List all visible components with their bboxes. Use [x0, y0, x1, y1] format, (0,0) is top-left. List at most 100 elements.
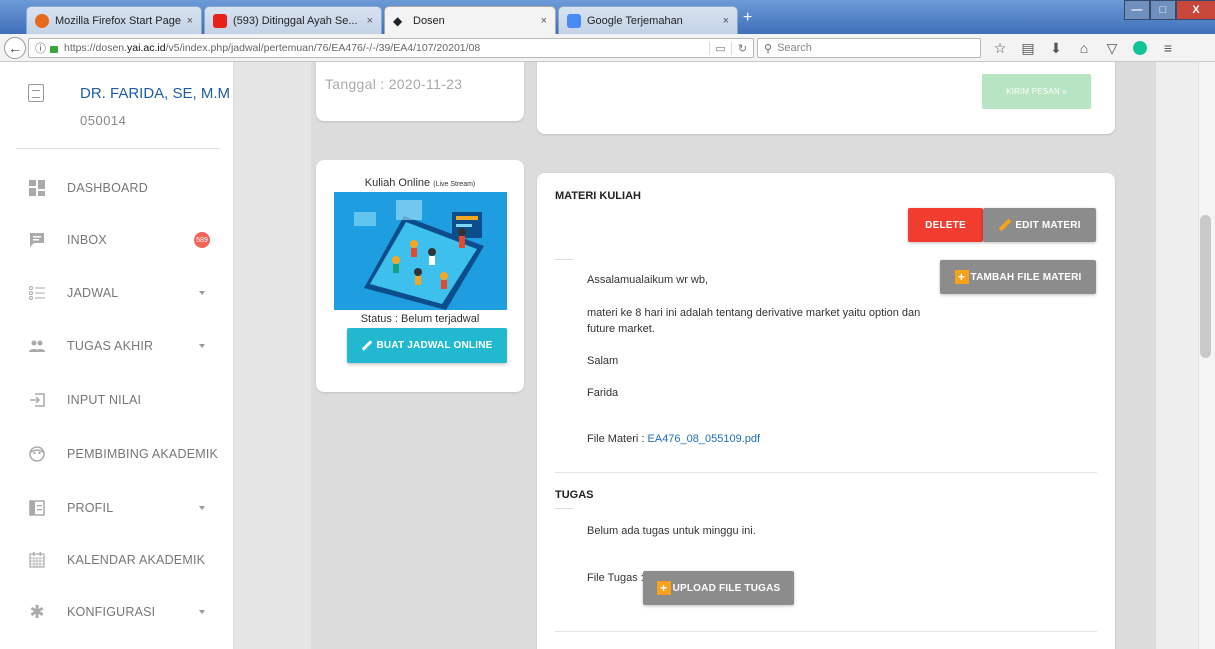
live-stream-status: Status : Belum terjadwal [360, 313, 480, 325]
reload-icon[interactable]: ↻ [731, 41, 753, 55]
sidebar: DR. FARIDA, SE, M.M 050014 DASHBOARD INB… [0, 62, 234, 649]
sidebar-item-label: PEMBIMBING AKADEMIK [67, 447, 219, 461]
edit-materi-button[interactable]: EDIT MATERI [983, 208, 1096, 242]
home-icon[interactable]: ⌂ [1072, 39, 1096, 57]
search-placeholder: Search [777, 42, 812, 54]
close-icon[interactable]: × [187, 15, 193, 27]
sidebar-item-tugas-akhir[interactable]: TUGAS AKHIR [0, 326, 234, 366]
divider [555, 631, 1097, 632]
sidebar-item-kalendar-akademik[interactable]: KALENDAR AKADEMIK [0, 540, 234, 580]
sidebar-item-label: INPUT NILAI [67, 393, 142, 407]
toolbar-icons: ☆ ▤ ⬇ ⌂ ▽ ≡ [988, 39, 1184, 57]
youtube-icon [213, 13, 227, 28]
sidebar-item-profil[interactable]: PROFIL [0, 488, 234, 528]
chevron-down-icon [199, 610, 205, 614]
user-id: 050014 [80, 113, 127, 128]
tambah-file-materi-button[interactable]: + TAMBAH FILE MATERI [940, 260, 1096, 294]
materi-paragraph: materi ke 8 hari ini adalah tentang deri… [587, 307, 921, 319]
translate-icon [567, 13, 581, 28]
browser-tab-bar: Mozilla Firefox Start Page × (593) Ditin… [0, 0, 1215, 34]
sidebar-item-input-nilai[interactable]: INPUT NILAI [0, 380, 234, 420]
materi-paragraph: Assalamualaikum wr wb, [587, 274, 709, 286]
new-tab-button[interactable]: + [743, 9, 752, 27]
calendar-icon [28, 551, 46, 569]
maximize-button[interactable]: □ [1150, 0, 1176, 20]
divider [555, 259, 573, 260]
users-icon [28, 337, 46, 355]
tab-label: Mozilla Firefox Start Page [55, 14, 181, 27]
login-icon [28, 391, 46, 409]
pencil-icon [998, 218, 1012, 232]
inbox-count-badge: 589 [194, 232, 210, 248]
star-icon[interactable]: ☆ [988, 39, 1012, 57]
sidebar-item-dashboard[interactable]: DASHBOARD [0, 168, 234, 208]
tab-youtube[interactable]: (593) Ditinggal Ayah Se... ◀) × [204, 6, 382, 34]
download-icon[interactable]: ⬇ [1044, 39, 1068, 57]
grammarly-icon[interactable] [1128, 39, 1152, 57]
sidebar-item-pembimbing-akademik[interactable]: PEMBIMBING AKADEMIK [0, 434, 234, 474]
delete-button[interactable]: DELETE [908, 208, 983, 242]
kirim-pesan-button[interactable]: KIRIM PESAN » [982, 74, 1091, 109]
face-icon [28, 445, 46, 463]
tab-label: (593) Ditinggal Ayah Se... ◀) [233, 15, 361, 27]
menu-icon[interactable]: ≡ [1156, 39, 1180, 57]
sidebar-item-label: KALENDAR AKADEMIK [67, 553, 206, 567]
tab-dosen[interactable]: ◆ Dosen × [384, 6, 556, 34]
sidebar-item-label: PROFIL [67, 501, 114, 515]
back-button[interactable]: ← [4, 37, 26, 59]
close-window-button[interactable]: X [1176, 0, 1215, 20]
tab-firefox-start[interactable]: Mozilla Firefox Start Page × [26, 6, 202, 34]
tanggal-text: Tanggal : 2020-11-23 [325, 76, 463, 92]
live-stream-card: Kuliah Online (Live Stream) Status : Bel… [316, 160, 524, 392]
tab-label: Google Terjemahan [587, 14, 683, 27]
sidebar-item-inbox[interactable]: INBOX 589 [0, 220, 234, 260]
sidebar-item-label: KONFIGURASI [67, 605, 156, 619]
minimize-button[interactable]: — [1124, 0, 1150, 20]
page: DR. FARIDA, SE, M.M 050014 DASHBOARD INB… [0, 62, 1215, 649]
tanggal-card: Tanggal : 2020-11-23 [316, 62, 524, 121]
user-name[interactable]: DR. FARIDA, SE, M.M [80, 85, 230, 102]
live-stream-title: Kuliah Online (Live Stream) [364, 177, 476, 189]
pocket-icon[interactable]: ▽ [1100, 39, 1124, 57]
arrow-left-icon: ← [8, 40, 22, 56]
divider [16, 148, 220, 149]
file-tugas-label: File Tugas : [587, 572, 644, 584]
search-input[interactable]: ⚲ Search [757, 38, 981, 58]
bookmarks-icon[interactable]: ▤ [1016, 39, 1040, 57]
tab-label: Dosen [413, 14, 445, 27]
close-icon[interactable]: × [541, 15, 547, 27]
scrollbar-thumb[interactable] [1200, 215, 1211, 358]
user-card-icon [28, 84, 44, 102]
upload-file-tugas-button[interactable]: + UPLOAD FILE TUGAS [643, 571, 794, 605]
online-class-illustration [334, 192, 507, 310]
sidebar-item-label: DASHBOARD [67, 181, 148, 195]
tab-google-terjemahan[interactable]: Google Terjemahan × [558, 6, 738, 34]
buat-jadwal-online-button[interactable]: BUAT JADWAL ONLINE [347, 328, 507, 363]
materi-paragraph: future market. [587, 323, 655, 335]
sidebar-item-jadwal[interactable]: JADWAL [0, 273, 234, 313]
file-materi-link[interactable]: EA476_08_055109.pdf [648, 433, 761, 445]
url-bar[interactable]: ⓘ https://dosen.yai.ac.id/v5/index.php/j… [28, 38, 754, 58]
url-text: https://dosen.yai.ac.id/v5/index.php/jad… [64, 42, 481, 54]
window-controls: — □ X [1124, 0, 1215, 20]
sidebar-item-konfigurasi[interactable]: ✱ KONFIGURASI [0, 592, 234, 632]
info-icon[interactable]: ⓘ [35, 40, 46, 56]
chevron-down-icon [199, 344, 205, 348]
file-materi-row: File Materi : EA476_08_055109.pdf [587, 431, 760, 447]
close-icon[interactable]: × [367, 15, 373, 27]
reader-view-icon[interactable]: ▭ [709, 41, 731, 55]
sidebar-item-label: TUGAS AKHIR [67, 339, 154, 353]
materi-card: MATERI KULIAH DELETE EDIT MATERI + TAMBA… [537, 173, 1115, 649]
message-card: KIRIM PESAN » [537, 62, 1115, 134]
tugas-heading: TUGAS [555, 489, 594, 501]
tugas-text: Belum ada tugas untuk minggu ini. [587, 525, 756, 537]
sidebar-item-label: JADWAL [67, 286, 119, 300]
divider [555, 508, 573, 509]
close-icon[interactable]: × [723, 15, 729, 27]
chevron-down-icon [199, 506, 205, 510]
firefox-icon [35, 13, 49, 28]
sidebar-item-label: INBOX [67, 233, 107, 247]
profile-icon [28, 499, 46, 517]
pencil-icon [362, 340, 373, 351]
plus-icon: + [954, 270, 969, 284]
